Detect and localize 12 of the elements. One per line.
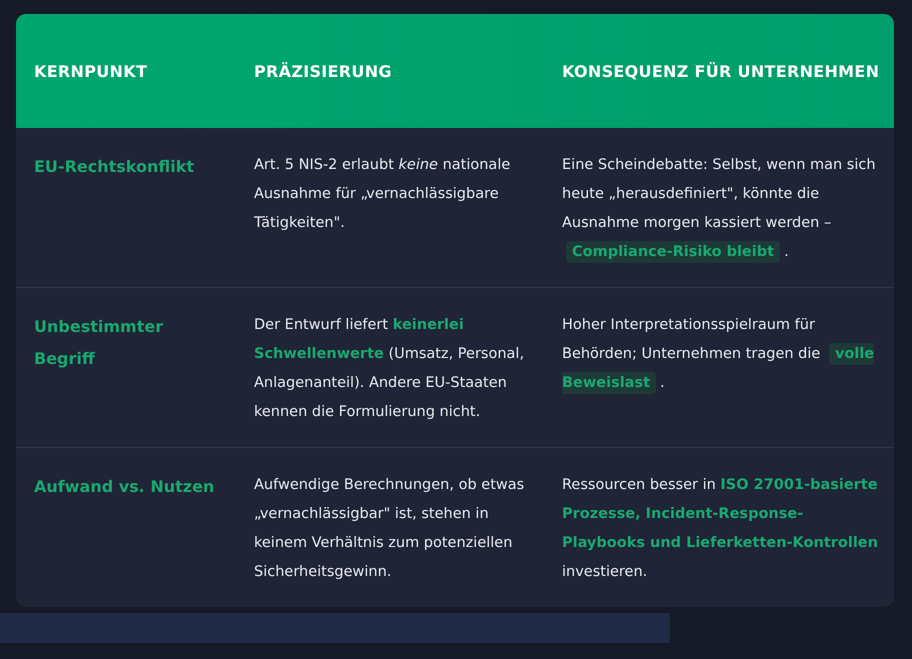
table-cell: Hoher Interpretationsspielraum für Behörden; Unternehmen tragen die volle Beweislast .: [544, 311, 894, 427]
table-cell-text: Der Entwurf liefert keinerlei Schwellenwerte (Umsatz, Personal, Anlagenanteil). Andere EU-Staaten kennen die Formulierung nicht.: [253, 316, 526, 422]
column-header: KERNPUNKT: [33, 60, 148, 82]
column-header: PRÄZISIERUNG: [253, 60, 393, 82]
table-cell-text: Aufwand vs. Nutzen: [33, 476, 216, 498]
table-cell-text: Art. 5 NIS-2 erlaubt keine nationale Ausnahme für „vernachlässigbare Tätigkeiten".: [253, 156, 512, 233]
table-cell-text: EU-Rechtskonflikt: [33, 156, 196, 178]
table-cell-text: Ressourcen besser in ISO 27001-basierte Prozesse, Incident-Response-Playbooks und Lieferketten-Kontrollen investieren.: [561, 476, 879, 582]
table-cell-text: Aufwendige Berechnungen, ob etwas „vernachlässigbar" ist, stehen in keinem Verhältnis zum potenziellen Sicherheitsgewinn.: [253, 476, 526, 582]
column-header: KONSEQUENZ FÜR UNTERNEHMEN: [561, 60, 880, 82]
table-cell: Eine Scheindebatte: Selbst, wenn man sich heute „herausdefiniert", könnte die Ausnahme morgen kassiert werden – Compliance-Risiko bleibt .: [544, 151, 894, 267]
table-cell-text: Unbestimmter Begriff: [33, 316, 164, 370]
